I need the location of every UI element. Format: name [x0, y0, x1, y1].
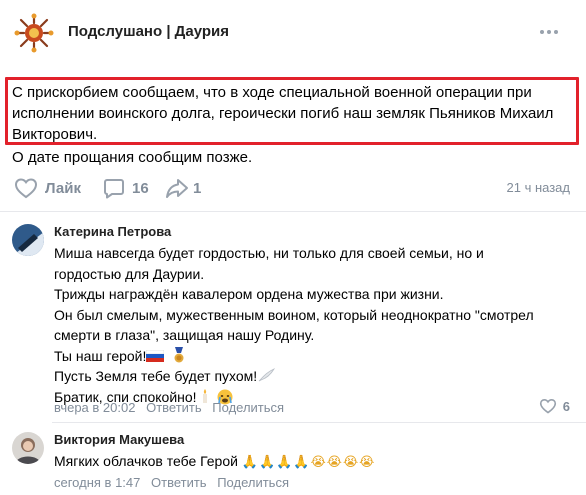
comment-like-button[interactable]: 6	[539, 398, 570, 414]
share-link[interactable]: Поделиться	[212, 400, 284, 415]
comment-line: Мягких облачков тебе Герой	[54, 453, 238, 469]
comment-line: Он был смелым, мужественным воином, кото…	[54, 306, 534, 323]
share-icon	[166, 179, 188, 198]
comments-button[interactable]: 16	[103, 172, 149, 204]
comment-line: Ты наш герой!	[54, 347, 147, 364]
comment-line: гордостью для Даурии.	[54, 265, 205, 282]
avatar[interactable]	[12, 224, 44, 256]
avatar[interactable]	[12, 432, 44, 464]
comment-text: Мягких облачков тебе Герой 🙏🙏🙏🙏😭😭😭😭	[54, 451, 375, 474]
shares-count: 1	[193, 179, 202, 197]
comment-time[interactable]: вчера в 20:02	[54, 400, 135, 415]
divider	[52, 422, 586, 423]
comment-time[interactable]: сегодня в 1:47	[54, 475, 140, 490]
comment-line-with-emoji: Мягких облачков тебе Герой 🙏🙏🙏🙏😭😭😭😭	[54, 451, 375, 474]
comment-line: Трижды награждён кавалером ордена мужест…	[54, 286, 444, 302]
feather-icon	[258, 368, 276, 382]
heart-icon	[539, 399, 556, 414]
medal-icon	[174, 346, 184, 362]
reply-button[interactable]: Ответить	[146, 400, 202, 415]
divider	[0, 211, 586, 212]
post-text-rest: О дате прощания сообщим позже.	[12, 149, 253, 166]
comment-line-with-emoji: Пусть Земля тебе будет пухом!	[54, 366, 534, 387]
post-actions: Лайк 16 1	[0, 172, 586, 204]
more-dots-icon[interactable]	[540, 24, 560, 40]
post-time[interactable]: 21 ч назад	[507, 180, 571, 195]
comment-text: Миша навсегда будет гордостью, ни только…	[54, 243, 534, 407]
comment-author[interactable]: Виктория Макушева	[54, 432, 184, 447]
like-label: Лайк	[45, 179, 81, 197]
comment-meta: сегодня в 1:47 Ответить Поделиться	[54, 475, 296, 490]
comment-line: Пусть Земля тебе будет пухом!	[54, 368, 258, 384]
russia-flag-icon	[146, 349, 165, 362]
share-button[interactable]: 1	[165, 172, 201, 204]
post-header: Подслушано | Даурия	[0, 0, 586, 64]
post-text-highlighted: С прискорбием сообщаем, что в ходе специ…	[12, 84, 554, 143]
comments-count: 16	[132, 179, 149, 197]
comment-line-with-emoji: Ты наш герой!	[54, 346, 534, 367]
comment-meta: вчера в 20:02 Ответить Поделиться	[54, 400, 291, 415]
comment-line: Миша навсегда будет гордостью, ни только…	[54, 245, 484, 261]
comment-line: смерти в глаза", защищая нашу Родину.	[54, 327, 315, 343]
comment-icon	[104, 179, 124, 199]
reply-button[interactable]: Ответить	[151, 475, 207, 490]
share-link[interactable]: Поделиться	[217, 475, 289, 490]
heart-icon	[14, 178, 38, 199]
group-name[interactable]: Подслушано | Даурия	[68, 23, 229, 40]
comment-like-count: 6	[562, 398, 570, 414]
like-button[interactable]: Лайк	[14, 172, 81, 204]
praying-hands-icon: 🙏🙏🙏🙏😭😭😭😭	[241, 455, 376, 470]
comment-author[interactable]: Катерина Петрова	[54, 224, 171, 239]
group-logo-icon[interactable]	[12, 11, 56, 55]
